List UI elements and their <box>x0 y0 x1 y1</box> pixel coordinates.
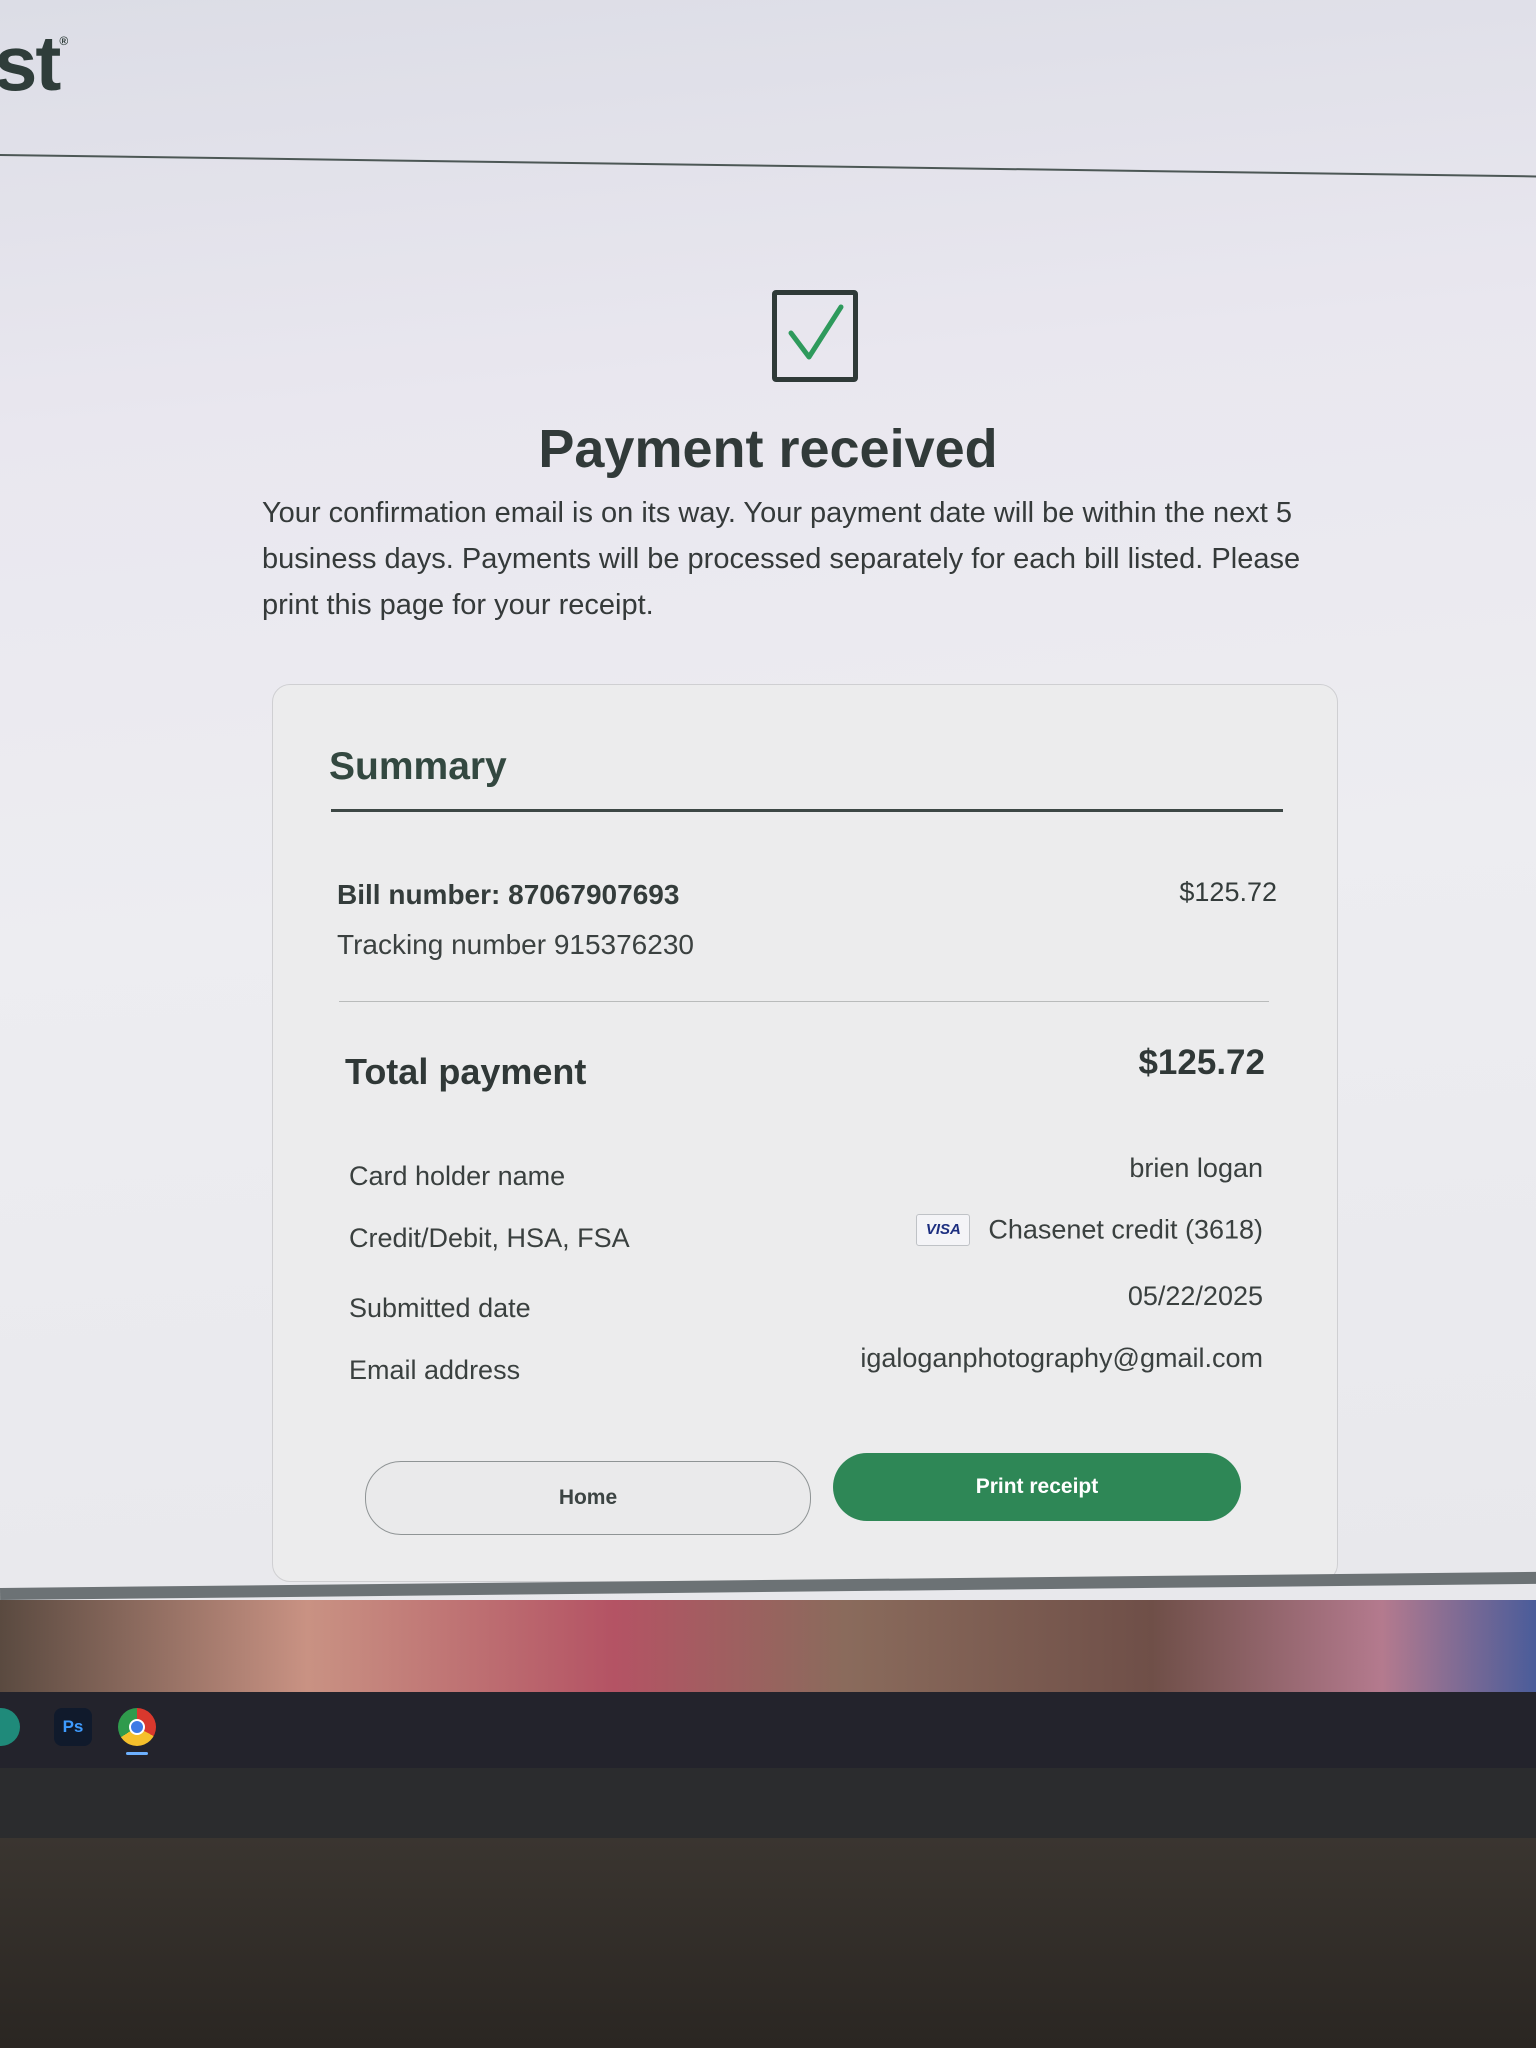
photoshop-icon[interactable]: Ps <box>54 1708 92 1746</box>
desktop-wallpaper <box>0 1600 1536 1692</box>
taskbar: Ps <box>0 1692 1536 1768</box>
card-holder-label: Card holder name <box>349 1161 566 1191</box>
email-value: igaloganphotography@gmail.com <box>860 1343 1263 1373</box>
visa-icon: VISA <box>916 1213 971 1246</box>
page-title: Payment received <box>538 419 998 479</box>
monitor-bezel <box>0 1768 1536 1838</box>
edge-icon[interactable] <box>0 1708 20 1746</box>
summary-title: Summary <box>329 745 507 788</box>
payment-method-value: Chasenet credit (3618) <box>988 1214 1263 1245</box>
brand-text: st <box>0 19 61 107</box>
bill-divider <box>339 1001 1269 1002</box>
card-holder-value: brien logan <box>1129 1153 1263 1183</box>
home-button[interactable]: Home <box>365 1461 811 1535</box>
summary-card: Summary Bill number: 87067907693 $125.72… <box>272 684 1338 1582</box>
email-label: Email address <box>349 1355 521 1385</box>
chrome-icon[interactable] <box>118 1708 156 1746</box>
header-divider <box>0 154 1536 178</box>
submitted-date-label: Submitted date <box>349 1293 531 1323</box>
bill-amount: $125.72 <box>1179 877 1277 907</box>
summary-divider <box>331 809 1283 812</box>
print-receipt-button[interactable]: Print receipt <box>833 1453 1241 1521</box>
desk-surface <box>0 1838 1536 2048</box>
submitted-date-value: 05/22/2025 <box>1127 1281 1263 1311</box>
registered-mark: ® <box>59 34 68 48</box>
total-payment-value: $125.72 <box>1138 1043 1265 1082</box>
browser-viewport: st® Payment received Your confirmation e… <box>0 0 1536 1600</box>
bill-number: Bill number: 87067907693 <box>337 879 680 910</box>
confirmation-message: Your confirmation email is on its way. Y… <box>262 497 1301 621</box>
active-app-indicator <box>126 1752 148 1755</box>
tracking-number: Tracking number 915376230 <box>337 929 694 960</box>
brand-logo[interactable]: st® <box>0 18 68 109</box>
payment-method-label: Credit/Debit, HSA, FSA <box>349 1223 630 1253</box>
total-payment-label: Total payment <box>345 1051 587 1092</box>
check-square-icon <box>772 290 858 382</box>
payment-method: VISA Chasenet credit (3618) <box>916 1213 1263 1246</box>
